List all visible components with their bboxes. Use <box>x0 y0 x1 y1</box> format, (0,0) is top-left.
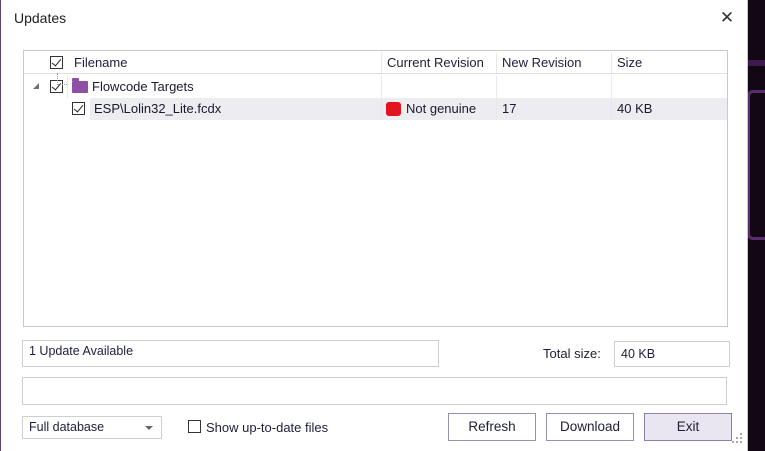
column-divider[interactable] <box>611 53 612 73</box>
close-icon[interactable]: ✕ <box>713 6 741 30</box>
database-select-value: Full database <box>29 420 105 434</box>
resize-grip-icon[interactable] <box>732 433 742 443</box>
select-all-checkbox[interactable] <box>50 56 63 69</box>
folder-icon <box>72 78 88 93</box>
cell-divider <box>611 98 612 120</box>
grid-header: Filename Current Revision New Revision S… <box>24 51 727 74</box>
background-shape <box>745 60 765 66</box>
database-select[interactable]: Full database <box>22 416 162 439</box>
chevron-down-icon <box>145 426 153 430</box>
show-uptodate-label[interactable]: Show up-to-date files <box>206 420 328 435</box>
status-error-icon <box>386 102 401 116</box>
column-current-revision[interactable]: Current Revision <box>387 51 484 74</box>
collapse-arrow-icon[interactable] <box>33 83 39 89</box>
cell-divider <box>496 98 497 120</box>
total-size-label: Total size: <box>543 346 601 361</box>
download-button[interactable]: Download <box>546 413 634 441</box>
cell-divider <box>381 76 382 98</box>
group-label: Flowcode Targets <box>92 79 194 94</box>
row-new-revision: 17 <box>502 101 517 116</box>
row-checkbox[interactable] <box>72 102 85 115</box>
updates-available-field: 1 Update Available <box>22 340 439 367</box>
column-size[interactable]: Size <box>617 51 642 74</box>
progress-bar <box>22 377 727 405</box>
updates-dialog: Updates ✕ Filename Current Revision New … <box>0 0 748 451</box>
row-filename: ESP\Lolin32_Lite.fcdx <box>94 101 222 116</box>
table-row[interactable]: ESP\Lolin32_Lite.fcdx Not genuine 17 40 … <box>72 98 727 120</box>
column-divider[interactable] <box>381 53 382 73</box>
row-size: 40 KB <box>617 101 653 116</box>
column-divider[interactable] <box>496 53 497 73</box>
column-new-revision[interactable]: New Revision <box>502 51 581 74</box>
cell-divider <box>496 76 497 98</box>
column-filename[interactable]: Filename <box>74 51 127 74</box>
refresh-button[interactable]: Refresh <box>448 413 536 441</box>
updates-grid: Filename Current Revision New Revision S… <box>23 50 728 327</box>
tree-connector <box>57 84 67 85</box>
cell-divider <box>611 76 612 98</box>
show-uptodate-checkbox[interactable] <box>188 420 201 433</box>
cell-divider <box>381 98 382 120</box>
background-shape <box>747 90 765 240</box>
dialog-title: Updates <box>14 10 67 26</box>
background-desktop <box>745 0 765 451</box>
cell-divider <box>67 76 68 98</box>
row-current-revision: Not genuine <box>406 101 477 116</box>
group-row[interactable]: Flowcode Targets <box>24 76 727 98</box>
exit-button[interactable]: Exit <box>644 413 732 441</box>
total-size-field: 40 KB <box>614 341 730 367</box>
